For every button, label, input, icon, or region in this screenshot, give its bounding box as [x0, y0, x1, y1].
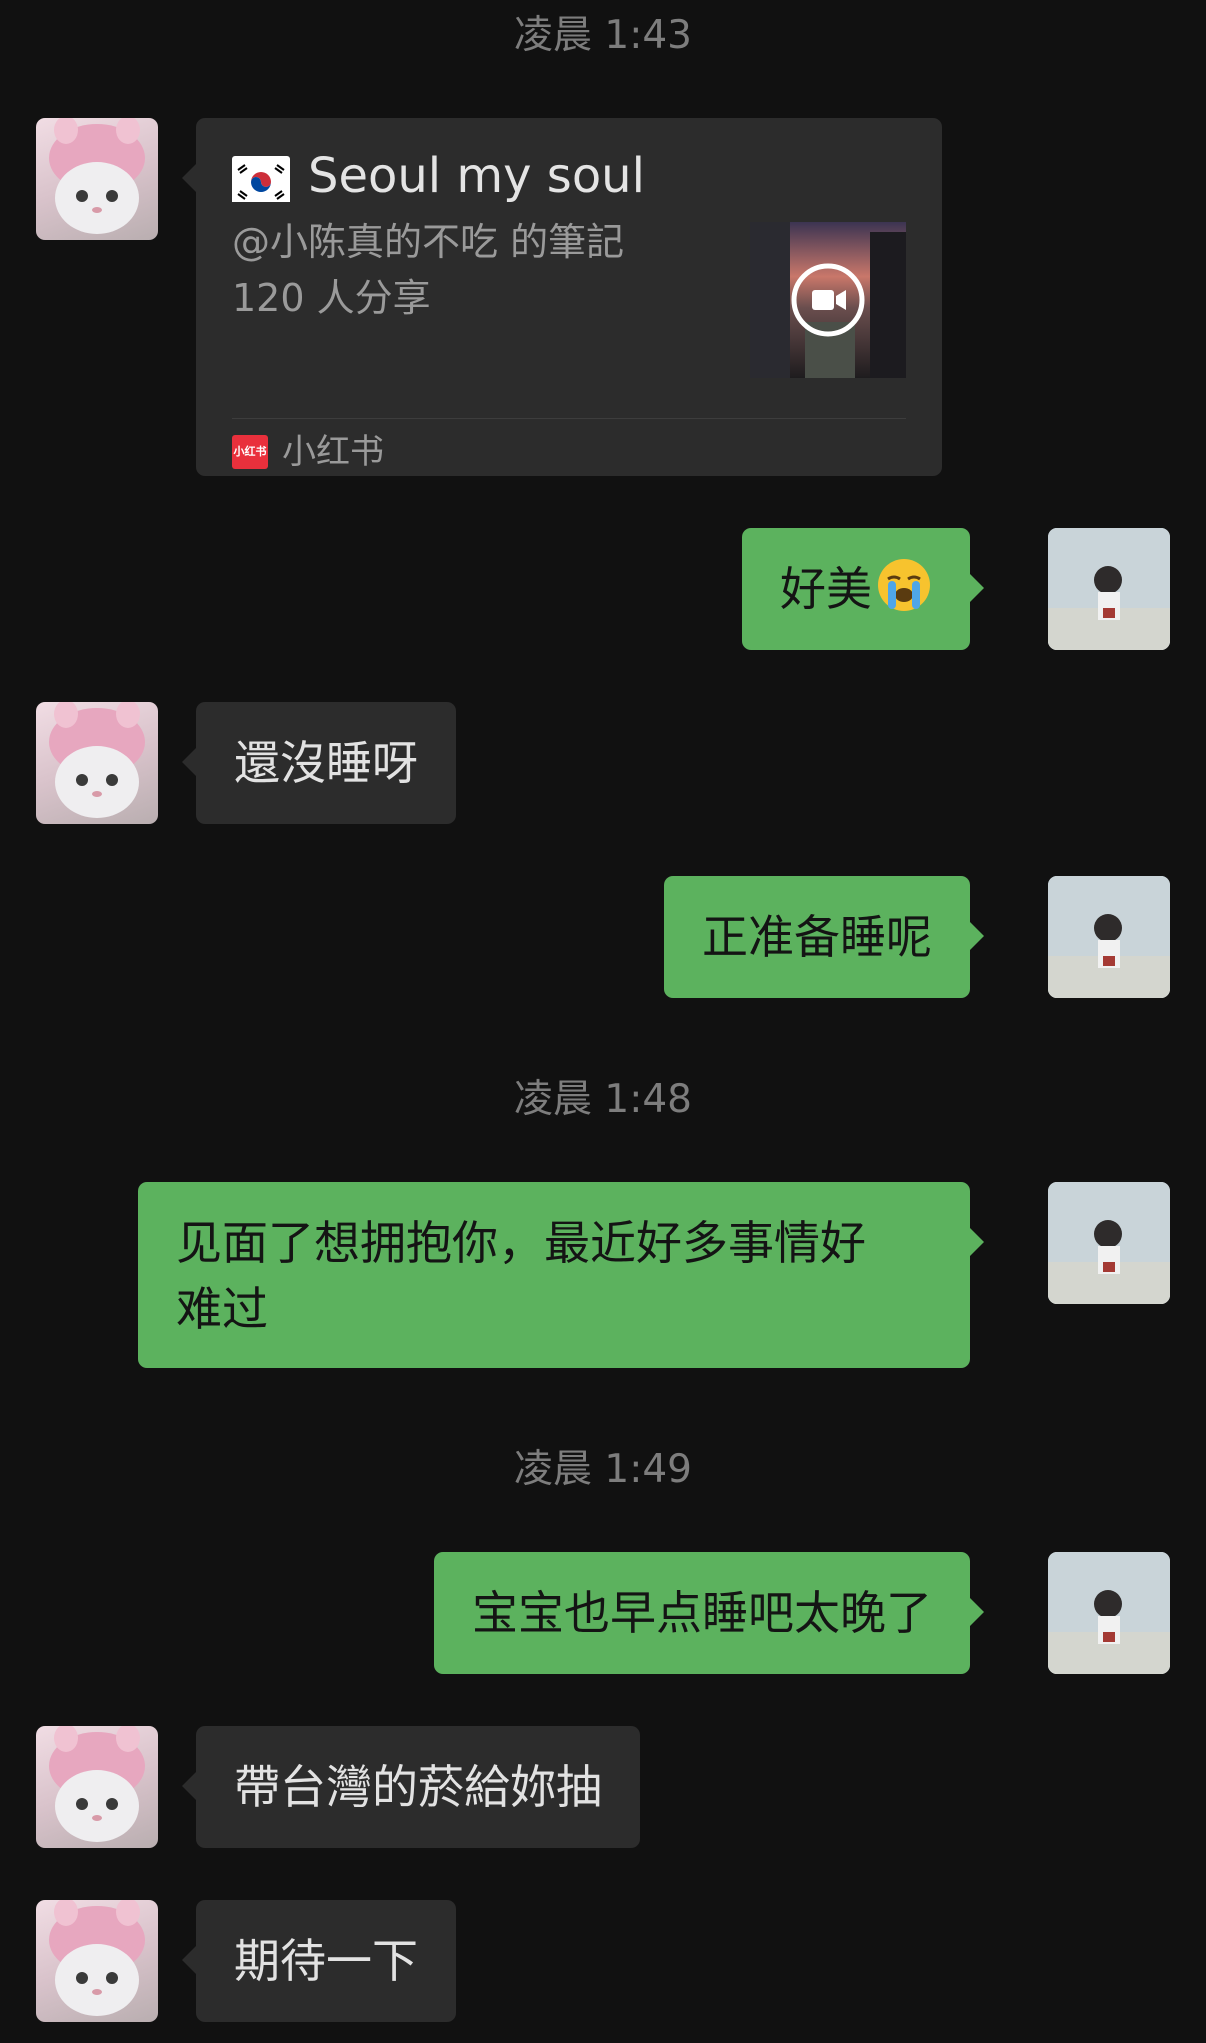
share-card-author: @小陈真的不吃 的筆記	[232, 220, 625, 264]
incoming-message[interactable]: 還沒睡呀	[182, 702, 456, 824]
outgoing-message[interactable]: 见面了想拥抱你，最近好多事情好 难过	[138, 1182, 984, 1368]
share-card-source: 小红书 小红书	[232, 432, 384, 472]
my-avatar[interactable]	[1048, 528, 1170, 650]
incoming-message[interactable]: 期待一下	[182, 1900, 456, 2022]
share-card-title: Seoul my soul	[232, 146, 645, 206]
card-divider	[232, 418, 906, 419]
timestamp: 凌晨 1:48	[514, 1077, 692, 1122]
outgoing-message[interactable]: 正准备睡呢	[664, 876, 984, 998]
my-avatar[interactable]	[1048, 1552, 1170, 1674]
xiaohongshu-logo-icon: 小红书	[232, 435, 268, 469]
south-korea-flag-icon	[232, 156, 290, 202]
contact-avatar[interactable]	[36, 1900, 158, 2022]
contact-avatar[interactable]	[36, 1726, 158, 1848]
crying-face-emoji	[878, 559, 930, 611]
timestamp: 凌晨 1:49	[514, 1447, 692, 1492]
timestamp: 凌晨 1:43	[514, 13, 692, 58]
my-avatar[interactable]	[1048, 1182, 1170, 1304]
my-avatar[interactable]	[1048, 876, 1170, 998]
contact-avatar[interactable]	[36, 118, 158, 240]
xiaohongshu-share-card[interactable]: Seoul my soul @小陈真的不吃 的筆記 120 人分享 小红书 小红…	[182, 118, 942, 476]
video-thumbnail[interactable]	[750, 222, 906, 378]
outgoing-message[interactable]: 宝宝也早点睡吧太晚了	[434, 1552, 984, 1674]
outgoing-message[interactable]: 好美	[742, 528, 984, 650]
contact-avatar[interactable]	[36, 702, 158, 824]
incoming-message[interactable]: 帶台灣的菸給妳抽	[182, 1726, 640, 1848]
share-card-count: 120 人分享	[232, 276, 431, 320]
